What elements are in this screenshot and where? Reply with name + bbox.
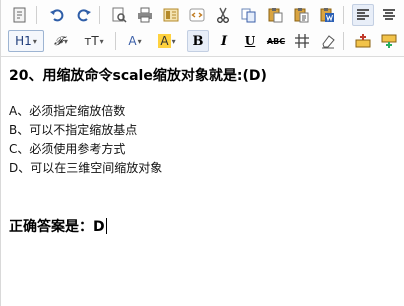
eraser-icon [320,33,336,49]
paste-word-button[interactable] [316,4,338,26]
preview-button[interactable] [108,4,130,26]
source-icon [12,7,28,23]
template-icon [163,7,179,23]
italic-button[interactable]: I [213,30,235,52]
font-size-label: тT [84,34,99,48]
align-left-button[interactable] [352,4,374,26]
toolbar-separator [36,6,37,24]
copy-button[interactable] [238,4,260,26]
toolbar-separator [115,32,116,50]
insert-row-below-button[interactable] [378,30,400,52]
align-left-icon [355,7,371,23]
option-b: B、可以不指定缩放基点 [9,123,138,137]
paste-button[interactable] [264,4,286,26]
undo-icon [49,7,65,23]
table-icon [294,33,310,49]
table-button[interactable] [291,30,313,52]
undo-button[interactable] [46,4,68,26]
bold-button[interactable]: B [187,30,209,52]
editor-content[interactable]: 20、用缩放命令scale缩放对象就是:(D) A、必须指定缩放倍数 B、可以不… [1,57,404,306]
paste-word-icon [319,7,335,23]
print-icon [137,7,153,23]
strikethrough-label: ABC [266,36,286,46]
align-center-button[interactable] [378,4,400,26]
eraser-button[interactable] [317,30,339,52]
cut-button[interactable] [212,4,234,26]
toolbar-row-1 [1,2,404,28]
chevron-down-icon: ▾ [63,36,68,46]
font-family-dropdown[interactable]: 𝓕 ▾ [47,30,75,52]
underline-label: U [244,34,256,48]
preview-icon [111,7,127,23]
toolbar-separator [343,32,344,50]
source-button[interactable] [9,4,31,26]
hilitecolor-button[interactable]: A ▾ [153,30,181,52]
strikethrough-button[interactable]: ABC [265,30,287,52]
editor-toolbar: H1 ▾ 𝓕 ▾ тT ▾ A ▾ A ▾ B I U ABC [1,0,404,57]
answer-text: 正确答案是：D [9,219,105,235]
align-center-icon [381,7,397,23]
redo-icon [76,7,92,23]
cut-icon [215,7,231,23]
font-size-dropdown[interactable]: тT ▾ [79,30,109,52]
redo-button[interactable] [73,4,95,26]
print-button[interactable] [134,4,156,26]
paste-icon [267,7,283,23]
bold-label: B [192,33,204,49]
chevron-down-icon: ▾ [137,36,142,46]
question-title: 20、用缩放命令scale缩放对象就是:(D) [9,68,267,84]
italic-label: I [220,33,228,49]
answer-line: 正确答案是：D [9,216,107,236]
chevron-down-icon: ▾ [171,36,176,46]
copy-icon [241,7,257,23]
underline-button[interactable]: U [239,30,261,52]
code-icon [189,7,205,23]
paste-text-button[interactable] [290,4,312,26]
hilitecolor-label: A [158,34,171,48]
toolbar-row-2: H1 ▾ 𝓕 ▾ тT ▾ A ▾ A ▾ B I U ABC [1,28,404,54]
insert-row-below-icon [381,33,397,49]
insert-row-above-button[interactable] [352,30,374,52]
option-c: C、必须使用参考方式 [9,142,126,156]
chevron-down-icon: ▾ [99,36,104,46]
heading-dropdown[interactable]: H1 ▾ [8,30,44,52]
option-d: D、可以在三维空间缩放对象 [9,161,163,175]
heading-label: H1 [15,34,32,48]
template-button[interactable] [160,4,182,26]
chevron-down-icon: ▾ [32,36,37,46]
rich-text-editor: H1 ▾ 𝓕 ▾ тT ▾ A ▾ A ▾ B I U ABC 20、用缩放命令… [0,0,404,306]
option-a: A、必须指定缩放倍数 [9,104,126,118]
forecolor-label: A [128,34,137,48]
insert-row-above-icon [355,33,371,49]
font-family-icon: 𝓕 [54,33,63,48]
paste-text-icon [293,7,309,23]
toolbar-separator [343,6,344,24]
code-button[interactable] [186,4,208,26]
text-cursor [105,218,107,234]
toolbar-separator [99,6,100,24]
forecolor-button[interactable]: A ▾ [121,30,149,52]
